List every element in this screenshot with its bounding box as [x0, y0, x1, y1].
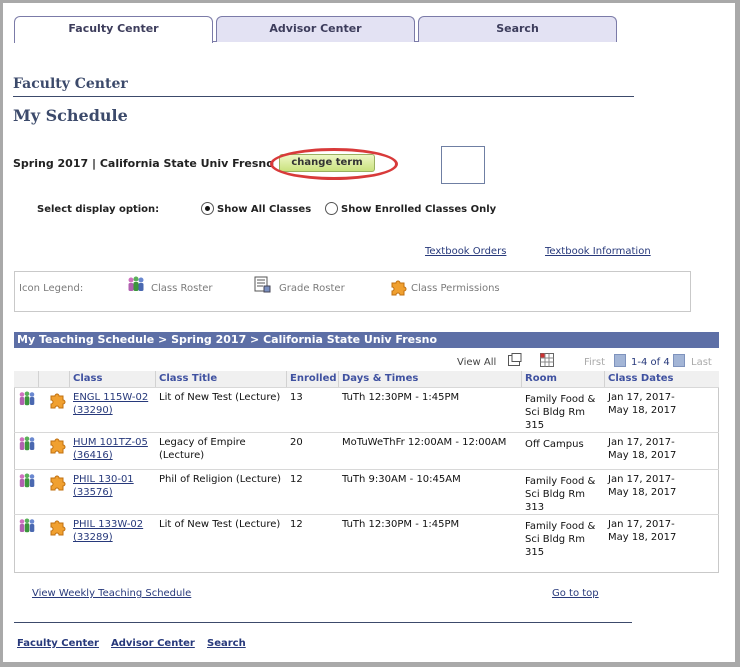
- go-to-top-link[interactable]: Go to top: [552, 588, 599, 599]
- class-roster-icon[interactable]: [18, 391, 36, 411]
- column-header-title: Class Title: [156, 371, 287, 387]
- row-divider: [14, 432, 719, 433]
- radio-label-show-all: Show All Classes: [217, 204, 312, 215]
- zoom-icon[interactable]: [508, 353, 522, 366]
- enrolled-count: 20: [290, 437, 303, 448]
- class-code-link[interactable]: PHIL 133W-02: [73, 518, 143, 531]
- class-dates-start: Jan 17, 2017-: [608, 519, 675, 530]
- enrolled-count: 12: [290, 474, 303, 485]
- footer-rule: [14, 622, 632, 623]
- class-dates-end: May 18, 2017: [608, 532, 677, 543]
- download-spreadsheet-icon[interactable]: [540, 353, 554, 367]
- class-permissions-icon[interactable]: [48, 519, 66, 541]
- first-label: First: [584, 357, 606, 368]
- class-number-link[interactable]: (33289): [73, 531, 113, 544]
- class-title-line2: (Lecture): [159, 450, 205, 461]
- room-line1: Family Food &: [525, 521, 596, 532]
- icon-legend: [14, 271, 691, 312]
- class-number-link[interactable]: (33290): [73, 404, 113, 417]
- class-dates-end: May 18, 2017: [608, 487, 677, 498]
- radio-label-enrolled-only: Show Enrolled Classes Only: [341, 204, 497, 215]
- days-times: TuTh 9:30AM - 10:45AM: [342, 474, 461, 485]
- room-line2: Sci Bldg Rm: [525, 534, 586, 545]
- days-times: TuTh 12:30PM - 1:45PM: [342, 392, 460, 403]
- class-code-link[interactable]: ENGL 115W-02: [73, 391, 148, 404]
- display-option-label: Select display option:: [37, 204, 160, 215]
- tab-search[interactable]: Search: [418, 16, 617, 42]
- column-header-icon1: [14, 371, 39, 387]
- class-code-link[interactable]: PHIL 130-01: [73, 473, 134, 486]
- room-line1: Family Food &: [525, 476, 596, 487]
- page-title: My Schedule: [13, 106, 128, 125]
- range-label: 1-4 of 4: [631, 357, 670, 368]
- days-times: TuTh 12:30PM - 1:45PM: [342, 519, 460, 530]
- legend-class-roster: Class Roster: [151, 283, 213, 294]
- tab-advisor-center[interactable]: Advisor Center: [216, 16, 415, 42]
- class-roster-icon[interactable]: [18, 436, 36, 456]
- room-line3: 315: [525, 420, 545, 431]
- column-header-enrolled: Enrolled: [287, 371, 339, 387]
- room-line3: 313: [525, 502, 545, 513]
- class-number-link[interactable]: (36416): [73, 449, 113, 462]
- grade-roster-icon: [254, 276, 271, 293]
- textbook-information-link[interactable]: Textbook Information: [545, 246, 651, 257]
- legend-label: Icon Legend:: [19, 283, 84, 294]
- column-header-class-dates: Class Dates: [605, 371, 719, 387]
- legend-grade-roster: Grade Roster: [279, 283, 345, 294]
- class-roster-icon[interactable]: [18, 518, 36, 538]
- enrolled-count: 12: [290, 519, 303, 530]
- tab-faculty-center[interactable]: Faculty Center: [14, 16, 213, 43]
- class-number-link[interactable]: (33576): [73, 486, 113, 499]
- section-heading: Faculty Center: [13, 76, 128, 92]
- grid-title: My Teaching Schedule > Spring 2017 > Cal…: [14, 332, 719, 348]
- view-all-link[interactable]: View All: [457, 357, 496, 368]
- radio-show-enrolled-only[interactable]: [325, 202, 338, 215]
- class-permissions-icon[interactable]: [48, 392, 66, 414]
- highlight-ring: [270, 148, 398, 180]
- column-header-days-times: Days & Times: [339, 371, 522, 387]
- class-title: Legacy of Empire: [159, 437, 246, 448]
- next-arrow-icon[interactable]: [673, 354, 685, 367]
- radio-show-all-classes[interactable]: [201, 202, 214, 215]
- footer-faculty-center-link[interactable]: Faculty Center: [17, 638, 99, 649]
- legend-class-permissions: Class Permissions: [411, 283, 500, 294]
- footer-advisor-center-link[interactable]: Advisor Center: [111, 638, 195, 649]
- class-permissions-icon[interactable]: [48, 437, 66, 459]
- room-line2: Sci Bldg Rm: [525, 489, 586, 500]
- footer-search-link[interactable]: Search: [207, 638, 246, 649]
- enrolled-count: 13: [290, 392, 303, 403]
- class-dates-end: May 18, 2017: [608, 405, 677, 416]
- class-dates-start: Jan 17, 2017-: [608, 437, 675, 448]
- class-title: Phil of Religion (Lecture): [159, 474, 282, 485]
- class-title: Lit of New Test (Lecture): [159, 392, 281, 403]
- room-line1: Off Campus: [525, 439, 584, 450]
- term-label: Spring 2017 | California State Univ Fres…: [13, 157, 274, 170]
- view-weekly-schedule-link[interactable]: View Weekly Teaching Schedule: [32, 588, 191, 599]
- row-divider: [14, 469, 719, 470]
- days-times: MoTuWeThFr 12:00AM - 12:00AM: [342, 437, 507, 448]
- class-dates-start: Jan 17, 2017-: [608, 474, 675, 485]
- class-title: Lit of New Test (Lecture): [159, 519, 281, 530]
- class-code-link[interactable]: HUM 101TZ-05: [73, 436, 148, 449]
- room-line1: Family Food &: [525, 394, 596, 405]
- heading-rule: [13, 96, 634, 97]
- class-dates-end: May 18, 2017: [608, 450, 677, 461]
- row-divider: [14, 514, 719, 515]
- blank-box: [441, 146, 485, 184]
- last-label: Last: [691, 357, 712, 368]
- column-header-icon2: [39, 371, 70, 387]
- room-line2: Sci Bldg Rm: [525, 407, 586, 418]
- class-permissions-icon[interactable]: [48, 474, 66, 496]
- class-dates-start: Jan 17, 2017-: [608, 392, 675, 403]
- row-divider: [14, 387, 719, 388]
- textbook-orders-link[interactable]: Textbook Orders: [425, 246, 506, 257]
- class-roster-icon[interactable]: [18, 473, 36, 493]
- class-permissions-icon: [391, 280, 407, 296]
- column-header-room: Room: [522, 371, 605, 387]
- column-header-class: Class: [70, 371, 156, 387]
- previous-arrow-icon[interactable]: [614, 354, 626, 367]
- class-roster-icon: [128, 276, 144, 291]
- room-line3: 315: [525, 547, 545, 558]
